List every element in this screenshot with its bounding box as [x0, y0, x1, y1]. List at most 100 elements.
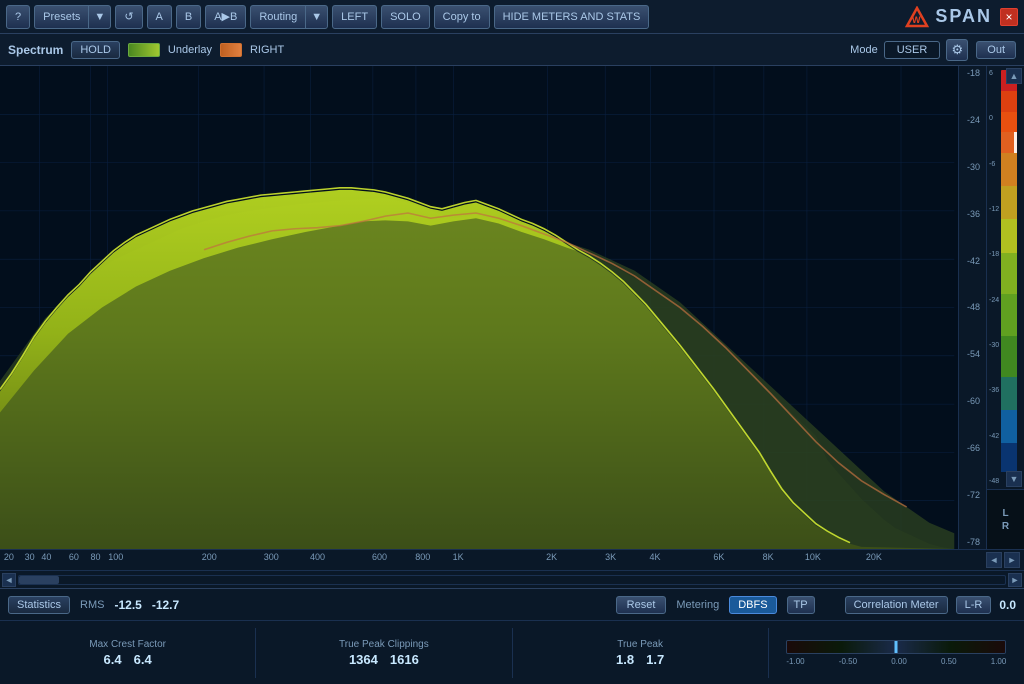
correlation-label-button[interactable]: Correlation Meter	[845, 596, 948, 614]
corr-scale-n05: -0.50	[839, 657, 857, 666]
max-crest-group: Max Crest Factor 6.4 6.4	[8, 639, 247, 667]
stat-divider-1	[255, 628, 256, 678]
vu-db-12: -12	[989, 206, 999, 213]
correlation-marker	[895, 641, 898, 653]
freq-4k: 4K	[649, 552, 660, 562]
mode-section: Mode USER ⚙	[850, 39, 968, 61]
peak-value-2: 1.7	[646, 652, 664, 667]
underlay-label: Underlay	[168, 44, 212, 56]
app-logo: W SPAN	[905, 6, 992, 28]
rms-label: RMS	[80, 599, 104, 611]
scroll-left-arrow[interactable]: ◄	[2, 573, 16, 587]
b-button[interactable]: B	[176, 5, 201, 29]
vu-db-30: -30	[989, 342, 999, 349]
true-peak-group: True Peak 1.8 1.7	[521, 639, 760, 667]
vu-db-42: -42	[989, 433, 999, 440]
db-label-30: -30	[961, 162, 984, 172]
correlation-bar	[786, 640, 1006, 654]
vu-db-0: 0	[989, 115, 999, 122]
freq-2k: 2K	[546, 552, 557, 562]
left-button[interactable]: LEFT	[332, 5, 377, 29]
nav-arrows: ◄ ►	[984, 550, 1022, 570]
vu-meter-bar: 6 0 -6 -12 -18 -24 -30 -36 -42 -48	[987, 66, 1024, 489]
statistics-label-button[interactable]: Statistics	[8, 596, 70, 614]
hold-button[interactable]: HOLD	[71, 41, 120, 59]
stats-top-row: Statistics RMS -12.5 -12.7 Reset Meterin…	[0, 589, 1024, 621]
hide-meters-button[interactable]: HIDE METERS AND STATS	[494, 5, 650, 29]
reset-button[interactable]: Reset	[616, 596, 667, 614]
correlation-meter-display: -1.00 -0.50 0.00 0.50 1.00	[777, 640, 1016, 666]
routing-button[interactable]: Routing	[251, 6, 306, 28]
copy-to-button[interactable]: Copy to	[434, 5, 490, 29]
green-color-swatch	[128, 43, 160, 57]
db-label-66: -66	[961, 443, 984, 453]
scroll-track[interactable]	[18, 575, 1006, 585]
true-peak-label: True Peak	[617, 639, 663, 650]
db-label-54: -54	[961, 349, 984, 359]
r-label: R	[1002, 521, 1009, 532]
freq-20: 20	[4, 552, 14, 562]
a-button[interactable]: A	[147, 5, 172, 29]
freq-100: 100	[108, 552, 123, 562]
clip-value-2: 1616	[390, 652, 419, 667]
spectrum-svg	[0, 66, 986, 549]
max-crest-values: 6.4 6.4	[104, 652, 152, 667]
lr-button[interactable]: L-R	[956, 596, 992, 614]
db-label-48: -48	[961, 302, 984, 312]
tp-button[interactable]: TP	[787, 596, 815, 614]
statistics-panel: Statistics RMS -12.5 -12.7 Reset Meterin…	[0, 588, 1024, 684]
db-label-18: -18	[961, 68, 984, 78]
peak-value-1: 1.8	[616, 652, 634, 667]
db-label-36: -36	[961, 209, 984, 219]
crest-value-1: 6.4	[104, 652, 122, 667]
freq-20k: 20K	[866, 552, 882, 562]
main-display-area: -18 -24 -30 -36 -42 -48 -54 -60 -66 -72 …	[0, 66, 1024, 549]
db-scale-labels: -18 -24 -30 -36 -42 -48 -54 -60 -66 -72 …	[958, 66, 986, 549]
title-bar: ? Presets ▼ ↺ A B A▶B Routing ▼ LEFT SOL…	[0, 0, 1024, 34]
rms-value-2: -12.7	[152, 598, 179, 612]
max-crest-label: Max Crest Factor	[89, 639, 166, 650]
svg-text:W: W	[912, 15, 921, 25]
spectrum-control-bar: Spectrum HOLD Underlay RIGHT Mode USER ⚙…	[0, 34, 1024, 66]
presets-dropdown-arrow[interactable]: ▼	[89, 6, 110, 28]
crest-value-2: 6.4	[134, 652, 152, 667]
spectrum-label: Spectrum	[8, 43, 63, 57]
out-button[interactable]: Out	[976, 41, 1016, 59]
clip-values: 1364 1616	[349, 652, 419, 667]
routing-group[interactable]: Routing ▼	[250, 5, 328, 29]
spectrum-display[interactable]: -18 -24 -30 -36 -42 -48 -54 -60 -66 -72 …	[0, 66, 986, 549]
vu-scroll-down[interactable]: ▼	[1006, 471, 1022, 487]
presets-group[interactable]: Presets ▼	[34, 5, 111, 29]
scroll-bar[interactable]: ◄ ►	[0, 570, 1024, 588]
solo-button[interactable]: SOLO	[381, 5, 430, 29]
freq-200: 200	[202, 552, 217, 562]
ab-button[interactable]: A▶B	[205, 5, 246, 29]
vu-db-36: -36	[989, 387, 999, 394]
dbfs-button[interactable]: DBFS	[729, 596, 776, 614]
routing-dropdown-arrow[interactable]: ▼	[306, 6, 327, 28]
presets-button[interactable]: Presets	[35, 6, 89, 28]
freq-80: 80	[91, 552, 101, 562]
frequency-labels: 20 30 40 60 80 100 200 300 400 600 800 1…	[0, 550, 984, 570]
vu-scroll-up[interactable]: ▲	[1006, 68, 1022, 84]
db-label-24: -24	[961, 115, 984, 125]
corr-scale-05: 0.50	[941, 657, 957, 666]
vu-lr-labels: L R	[987, 489, 1024, 549]
close-button[interactable]: ×	[1000, 8, 1018, 26]
correlation-scale: -1.00 -0.50 0.00 0.50 1.00	[786, 657, 1006, 666]
settings-button[interactable]: ⚙	[946, 39, 968, 61]
freq-40: 40	[41, 552, 51, 562]
nav-left-arrow[interactable]: ◄	[986, 552, 1002, 568]
mode-label: Mode	[850, 44, 878, 56]
freq-10k: 10K	[805, 552, 821, 562]
scroll-thumb[interactable]	[19, 576, 59, 584]
scroll-right-arrow[interactable]: ►	[1008, 573, 1022, 587]
freq-60: 60	[69, 552, 79, 562]
refresh-button[interactable]: ↺	[115, 5, 142, 29]
stat-divider-2	[512, 628, 513, 678]
vu-db-24: -24	[989, 297, 999, 304]
app-name: SPAN	[935, 6, 992, 27]
help-button[interactable]: ?	[6, 5, 30, 29]
nav-right-arrow[interactable]: ►	[1004, 552, 1020, 568]
orange-color-swatch	[220, 43, 242, 57]
